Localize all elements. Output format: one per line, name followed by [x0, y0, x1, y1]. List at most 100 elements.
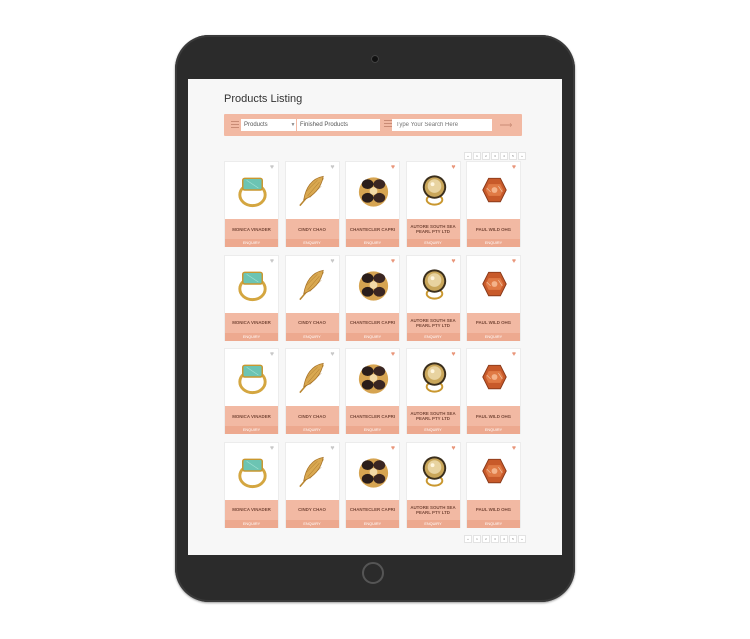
product-name: PAUL WILD OHG	[467, 219, 520, 239]
pagination-page[interactable]: «	[464, 535, 472, 543]
product-name: CHANTECLER CAPRI	[346, 219, 399, 239]
product-card[interactable]: ♥ PAUL WILD OHG ENQUIRY	[466, 254, 521, 341]
enquiry-button[interactable]: ENQUIRY	[406, 519, 460, 528]
product-name: CHANTECLER CAPRI	[346, 406, 399, 426]
feather-brooch-image[interactable]	[294, 170, 333, 210]
enquiry-button[interactable]: ENQUIRY	[406, 239, 460, 247]
enquiry-button[interactable]: ENQUIRY	[406, 426, 460, 434]
search-input[interactable]	[392, 119, 492, 131]
pagination-page[interactable]: 3	[491, 152, 499, 160]
product-card[interactable]: ♥ AUTORE SOUTH SEA PEARL PTY LTD ENQUIRY	[405, 441, 461, 528]
enquiry-button[interactable]: ENQUIRY	[346, 332, 399, 341]
pearl-ring-image[interactable]	[415, 357, 454, 397]
search-go-button[interactable]: ⟶	[496, 120, 516, 130]
enquiry-button[interactable]: ENQUIRY	[346, 239, 399, 247]
black-gold-ring-image[interactable]	[354, 264, 393, 304]
product-name: PAUL WILD OHG	[467, 499, 520, 520]
enquiry-button[interactable]: ENQUIRY	[285, 426, 339, 434]
product-card[interactable]: ♥ MONICA VINADER ENQUIRY	[224, 441, 279, 528]
turquoise-ring-image[interactable]	[233, 357, 272, 397]
product-name: AUTORE SOUTH SEA PEARL PTY LTD	[406, 499, 460, 520]
enquiry-button[interactable]: ENQUIRY	[467, 332, 520, 341]
tablet-device: Products Listing Products ▼ Finished Pro…	[175, 35, 575, 602]
orange-gem-ring-image[interactable]	[475, 451, 514, 491]
feather-brooch-image[interactable]	[294, 451, 333, 491]
enquiry-button[interactable]: ENQUIRY	[346, 519, 399, 528]
product-name: CINDY CHAO	[285, 499, 339, 520]
enquiry-button[interactable]: ENQUIRY	[346, 426, 399, 434]
product-name: AUTORE SOUTH SEA PEARL PTY LTD	[406, 312, 460, 333]
product-name: MONICA VINADER	[225, 219, 278, 239]
enquiry-button[interactable]: ENQUIRY	[285, 519, 339, 528]
enquiry-button[interactable]: ENQUIRY	[467, 426, 520, 434]
enquiry-button[interactable]: ENQUIRY	[225, 426, 278, 434]
product-card[interactable]: ♥ AUTORE SOUTH SEA PEARL PTY LTD ENQUIRY	[405, 254, 461, 341]
feather-brooch-image[interactable]	[294, 264, 333, 304]
pagination-page[interactable]: 4	[500, 152, 508, 160]
turquoise-ring-image[interactable]	[233, 170, 272, 210]
pearl-ring-image[interactable]	[415, 170, 454, 210]
pagination-page[interactable]: »	[518, 535, 526, 543]
pagination-page[interactable]: 3	[491, 535, 499, 543]
menu-icon[interactable]	[231, 121, 239, 129]
pearl-ring-image[interactable]	[415, 264, 454, 304]
product-card[interactable]: ♥ CHANTECLER CAPRI ENQUIRY	[345, 441, 400, 528]
product-card[interactable]: ♥ AUTORE SOUTH SEA PEARL PTY LTD ENQUIRY	[405, 348, 461, 434]
enquiry-button[interactable]: ENQUIRY	[285, 332, 339, 341]
pagination-page[interactable]: 2	[482, 535, 490, 543]
product-name: CINDY CHAO	[285, 312, 339, 333]
product-card[interactable]: ♥ AUTORE SOUTH SEA PEARL PTY LTD ENQUIRY	[405, 161, 461, 247]
camera-icon	[371, 55, 379, 63]
black-gold-ring-image[interactable]	[354, 357, 393, 397]
enquiry-button[interactable]: ENQUIRY	[225, 332, 278, 341]
enquiry-button[interactable]: ENQUIRY	[467, 239, 520, 247]
product-card[interactable]: ♥ CINDY CHAO ENQUIRY	[284, 161, 340, 247]
product-name: CINDY CHAO	[285, 406, 339, 426]
pagination-page[interactable]: 5	[509, 535, 517, 543]
product-name: MONICA VINADER	[225, 499, 278, 520]
screen: Products Listing Products ▼ Finished Pro…	[188, 79, 562, 555]
turquoise-ring-image[interactable]	[233, 264, 272, 304]
product-card[interactable]: ♥ MONICA VINADER ENQUIRY	[224, 161, 279, 247]
orange-gem-ring-image[interactable]	[475, 357, 514, 397]
enquiry-button[interactable]: ENQUIRY	[225, 519, 278, 528]
product-name: PAUL WILD OHG	[467, 312, 520, 333]
product-card[interactable]: ♥ PAUL WILD OHG ENQUIRY	[466, 348, 521, 434]
product-card[interactable]: ♥ PAUL WILD OHG ENQUIRY	[466, 441, 521, 528]
pagination-page[interactable]: «	[464, 152, 472, 160]
product-card[interactable]: ♥ CHANTECLER CAPRI ENQUIRY	[345, 254, 400, 341]
pagination-page[interactable]: 4	[500, 535, 508, 543]
product-grid: ♥ MONICA VINADER ENQUIRY ♥ CINDY CHAO ENQUIRY…	[224, 161, 522, 529]
product-card[interactable]: ♥ CINDY CHAO ENQUIRY	[284, 441, 340, 528]
page-title: Products Listing	[224, 93, 303, 105]
home-button[interactable]	[362, 562, 384, 584]
enquiry-button[interactable]: ENQUIRY	[225, 239, 278, 247]
filter-toolbar: Products ▼ Finished Products ⟶	[224, 114, 522, 136]
turquoise-ring-image[interactable]	[233, 451, 272, 491]
pagination-page[interactable]: »	[518, 152, 526, 160]
product-name: CHANTECLER CAPRI	[346, 312, 399, 333]
product-card[interactable]: ♥ MONICA VINADER ENQUIRY	[224, 254, 279, 341]
black-gold-ring-image[interactable]	[354, 451, 393, 491]
pagination-page[interactable]: 5	[509, 152, 517, 160]
product-card[interactable]: ♥ CINDY CHAO ENQUIRY	[284, 254, 340, 341]
product-card[interactable]: ♥ PAUL WILD OHG ENQUIRY	[466, 161, 521, 247]
pagination-page[interactable]: 1	[473, 535, 481, 543]
type-select[interactable]: Finished Products	[297, 119, 380, 131]
orange-gem-ring-image[interactable]	[475, 170, 514, 210]
enquiry-button[interactable]: ENQUIRY	[406, 332, 460, 341]
black-gold-ring-image[interactable]	[354, 170, 393, 210]
enquiry-button[interactable]: ENQUIRY	[467, 519, 520, 528]
pagination-page[interactable]: 1	[473, 152, 481, 160]
pagination-top: «1 2 3 4 5»	[464, 152, 526, 160]
product-card[interactable]: ♥ CHANTECLER CAPRI ENQUIRY	[345, 348, 400, 434]
pearl-ring-image[interactable]	[415, 451, 454, 491]
feather-brooch-image[interactable]	[294, 357, 333, 397]
product-card[interactable]: ♥ CHANTECLER CAPRI ENQUIRY	[345, 161, 400, 247]
pagination-page[interactable]: 2	[482, 152, 490, 160]
orange-gem-ring-image[interactable]	[475, 264, 514, 304]
product-card[interactable]: ♥ CINDY CHAO ENQUIRY	[284, 348, 340, 434]
product-name: AUTORE SOUTH SEA PEARL PTY LTD	[406, 406, 460, 426]
product-card[interactable]: ♥ MONICA VINADER ENQUIRY	[224, 348, 279, 434]
enquiry-button[interactable]: ENQUIRY	[285, 239, 339, 247]
